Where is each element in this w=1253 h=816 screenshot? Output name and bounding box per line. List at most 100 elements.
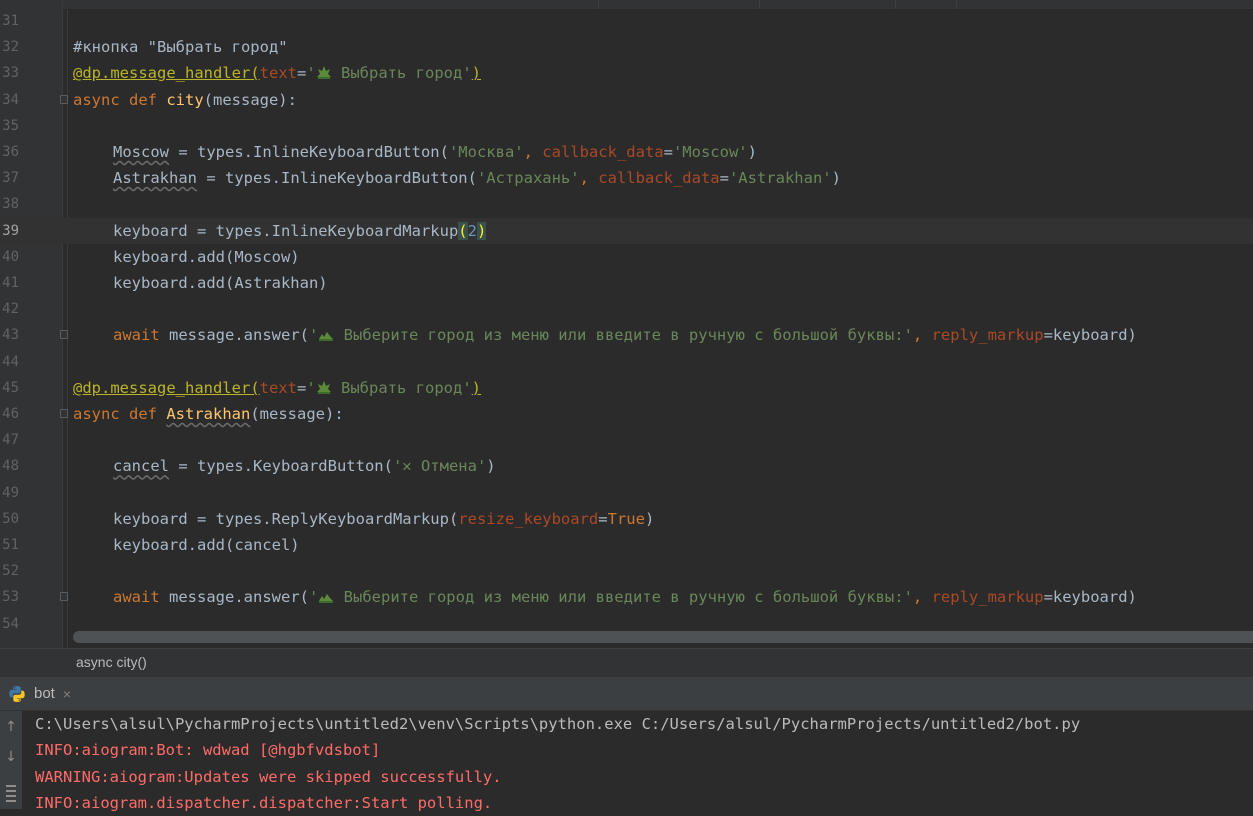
fold-marker-icon[interactable] bbox=[60, 330, 68, 340]
line-number[interactable]: 45 bbox=[0, 375, 19, 401]
line-number[interactable]: 39 bbox=[0, 218, 19, 244]
code-token: ) bbox=[644, 509, 655, 528]
line-number[interactable]: 36 bbox=[0, 139, 19, 165]
line-number[interactable]: 41 bbox=[0, 270, 19, 296]
code-line[interactable]: 39 keyboard = types.InlineKeyboardMarkup(… bbox=[0, 217, 1253, 244]
code-line[interactable]: 34 async def city(message): bbox=[0, 87, 1253, 113]
breadcrumb[interactable]: async city() bbox=[0, 648, 1253, 677]
code-line[interactable]: 38 bbox=[0, 191, 1253, 217]
code-text[interactable]: @dp.message_handler(text=' Выбрать город… bbox=[73, 375, 481, 401]
breadcrumb-function[interactable]: async city() bbox=[76, 654, 147, 670]
code-token: await bbox=[113, 588, 169, 607]
console-line: WARNING:aiogram:Updates were skipped suc… bbox=[35, 767, 502, 786]
code-line[interactable]: 43 await message.answer(' Выберите город … bbox=[0, 322, 1253, 348]
code-token: ) bbox=[476, 221, 487, 240]
line-number[interactable]: 47 bbox=[0, 427, 19, 453]
console-output[interactable]: C:\Users\alsul\PycharmProjects\untitled2… bbox=[22, 711, 1253, 812]
code-editor[interactable]: 31 32 #кнопка "Выбрать город" 33 @dp.message… bbox=[0, 0, 1253, 650]
code-text[interactable]: keyboard.add(Astrakhan) bbox=[113, 270, 328, 296]
fold-marker-icon[interactable] bbox=[60, 592, 68, 602]
line-number[interactable]: 46 bbox=[0, 401, 19, 427]
code-token: , bbox=[912, 588, 932, 607]
code-token: ' bbox=[306, 64, 316, 83]
code-line[interactable]: 36 Moscow = types.InlineKeyboardButton('М… bbox=[0, 139, 1253, 165]
code-line[interactable]: 53 await message.answer(' Выберите город … bbox=[0, 584, 1253, 610]
code-token: = bbox=[296, 64, 307, 83]
code-line[interactable]: 49 bbox=[0, 480, 1253, 506]
scroll-down-icon[interactable]: ↓ bbox=[5, 749, 17, 765]
line-number[interactable]: 44 bbox=[0, 349, 19, 375]
code-token: keyboard.add(Moscow) bbox=[113, 247, 300, 266]
code-text[interactable]: keyboard.add(cancel) bbox=[113, 532, 300, 558]
code-token: Выберите город из меню или введите в руч… bbox=[334, 588, 913, 607]
line-number[interactable]: 48 bbox=[0, 453, 19, 479]
code-token: keyboard.add(Astrakhan) bbox=[113, 274, 328, 292]
line-number[interactable]: 40 bbox=[0, 244, 19, 270]
line-number[interactable]: 34 bbox=[0, 87, 19, 113]
fold-marker-icon[interactable] bbox=[60, 94, 68, 104]
code-line[interactable]: 32 #кнопка "Выбрать город" bbox=[0, 34, 1253, 60]
code-text[interactable]: await message.answer(' Выберите город из… bbox=[113, 322, 1137, 348]
line-number[interactable]: 53 bbox=[0, 584, 19, 610]
code-token: resize_keyboard bbox=[458, 509, 599, 528]
code-text[interactable]: keyboard = types.InlineKeyboardMarkup(2) bbox=[113, 218, 487, 244]
code-line[interactable]: 52 bbox=[0, 558, 1253, 584]
line-number[interactable]: 35 bbox=[0, 113, 19, 139]
line-number[interactable]: 50 bbox=[0, 506, 19, 532]
scroll-up-icon[interactable]: ↑ bbox=[5, 719, 17, 735]
code-line[interactable]: 31 bbox=[0, 8, 1253, 34]
code-token: 'Астрахань' bbox=[476, 169, 580, 188]
close-icon[interactable]: × bbox=[63, 686, 71, 702]
code-text[interactable]: keyboard.add(Moscow) bbox=[113, 244, 300, 270]
code-text[interactable]: Moscow = types.InlineKeyboardButton('Мос… bbox=[113, 139, 757, 165]
code-line[interactable]: 42 bbox=[0, 296, 1253, 322]
code-line[interactable]: 37 Astrakhan = types.InlineKeyboardButton… bbox=[0, 165, 1253, 191]
code-token: @dp.message_handler bbox=[73, 378, 251, 397]
line-number[interactable]: 31 bbox=[0, 8, 19, 34]
run-toolbar: ↑ ↓ bbox=[0, 711, 22, 809]
code-token: True bbox=[607, 509, 645, 528]
line-number[interactable]: 32 bbox=[0, 34, 19, 60]
run-tab-bot[interactable]: bot × bbox=[0, 677, 79, 710]
horizontal-scrollbar[interactable] bbox=[73, 631, 1253, 643]
line-number[interactable]: 33 bbox=[0, 60, 19, 86]
line-number[interactable]: 37 bbox=[0, 165, 19, 191]
code-token: ( bbox=[458, 221, 468, 240]
code-text[interactable]: async def Astrakhan(message): bbox=[73, 401, 344, 427]
soft-wrap-icon[interactable] bbox=[5, 783, 17, 809]
code-line[interactable]: 45 @dp.message_handler(text=' Выбрать гор… bbox=[0, 375, 1253, 401]
code-token: = types.InlineKeyboardButton( bbox=[169, 143, 449, 161]
code-line[interactable]: 47 bbox=[0, 427, 1253, 453]
code-line[interactable]: 51 keyboard.add(cancel) bbox=[0, 532, 1253, 558]
code-token: async def bbox=[73, 405, 167, 423]
code-token: async def bbox=[73, 90, 167, 109]
code-token: text bbox=[259, 378, 297, 397]
code-text[interactable]: await message.answer(' Выберите город из… bbox=[113, 584, 1137, 610]
run-tool-window-header: bot × bbox=[0, 677, 1253, 711]
code-line[interactable]: 48 cancel = types.KeyboardButton('✕ Отмен… bbox=[0, 453, 1253, 479]
line-number[interactable]: 43 bbox=[0, 322, 19, 348]
line-number[interactable]: 54 bbox=[0, 611, 19, 637]
code-text[interactable]: #кнопка "Выбрать город" bbox=[73, 34, 288, 60]
line-number[interactable]: 42 bbox=[0, 296, 19, 322]
fold-marker-icon[interactable] bbox=[60, 409, 68, 418]
code-text[interactable]: keyboard = types.ReplyKeyboardMarkup(res… bbox=[113, 506, 654, 532]
line-number[interactable]: 38 bbox=[0, 191, 19, 217]
code-text[interactable]: cancel = types.KeyboardButton('✕ Отмена'… bbox=[113, 453, 496, 479]
code-text[interactable]: @dp.message_handler(text=' Выбрать город… bbox=[73, 60, 481, 86]
code-line[interactable]: 35 bbox=[0, 113, 1253, 139]
code-line[interactable]: 44 bbox=[0, 349, 1253, 375]
code-line[interactable]: 40 keyboard.add(Moscow) bbox=[0, 244, 1253, 270]
code-line[interactable]: 41 keyboard.add(Astrakhan) bbox=[0, 270, 1253, 296]
line-number[interactable]: 52 bbox=[0, 558, 19, 584]
code-line[interactable]: 46 async def Astrakhan(message): bbox=[0, 401, 1253, 427]
code-line[interactable]: 33 @dp.message_handler(text=' Выбрать гор… bbox=[0, 60, 1253, 86]
seedling-emoji-icon bbox=[319, 594, 334, 604]
line-number[interactable]: 49 bbox=[0, 480, 19, 506]
line-number[interactable]: 51 bbox=[0, 532, 19, 558]
code-token: ) bbox=[831, 169, 841, 188]
code-line[interactable]: 50 keyboard = types.ReplyKeyboardMarkup(r… bbox=[0, 506, 1253, 532]
code-text[interactable]: Astrakhan = types.InlineKeyboardButton('… bbox=[113, 165, 841, 191]
code-token: Выбрать город bbox=[331, 64, 463, 83]
code-text[interactable]: async def city(message): bbox=[73, 87, 297, 113]
